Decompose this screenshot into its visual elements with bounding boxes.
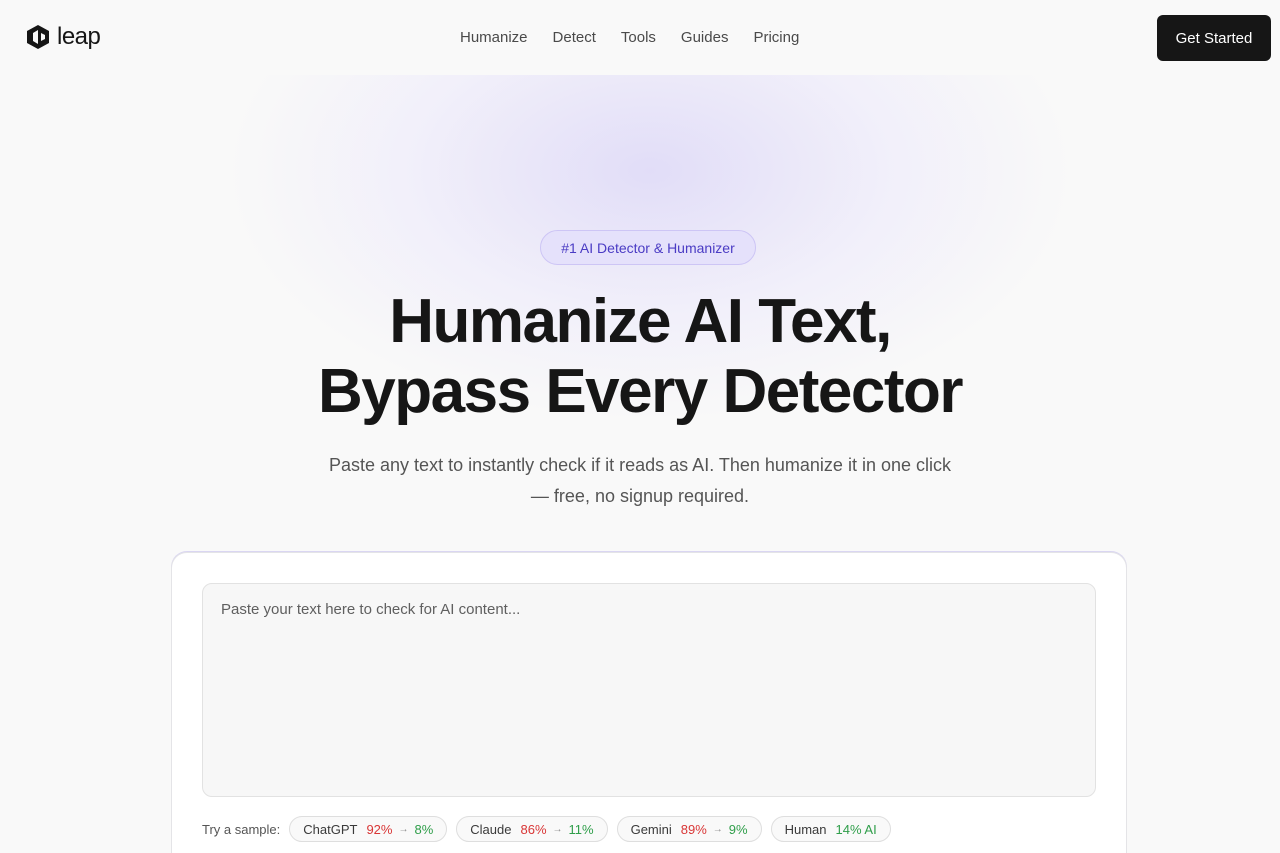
detector-card: Try a sample: ChatGPT 92% → 8% Claude 86… xyxy=(171,552,1127,853)
nav-link-detect[interactable]: Detect xyxy=(553,28,596,48)
sample-ai-score-before: 86% xyxy=(520,821,547,837)
arrow-right-icon: → xyxy=(712,823,723,835)
sample-chip-human[interactable]: Human 14% AI xyxy=(770,816,891,842)
sample-name: Claude xyxy=(470,821,512,837)
headline-line-1: Humanize AI Text, xyxy=(389,287,892,356)
hero-headline: Humanize AI Text, Bypass Every Detector xyxy=(0,287,1280,427)
main-nav: Humanize Detect Tools Guides Pricing xyxy=(460,28,799,48)
leap-hexagon-logo-icon xyxy=(27,25,49,49)
arrow-right-icon: → xyxy=(398,823,409,835)
sample-row: Try a sample: ChatGPT 92% → 8% Claude 86… xyxy=(202,815,900,843)
top-navbar: leap Humanize Detect Tools Guides Pricin… xyxy=(0,0,1280,75)
sample-ai-score-before: 89% xyxy=(680,821,707,837)
sample-ai-score-after: 9% xyxy=(728,821,748,837)
sample-name: Gemini xyxy=(630,821,672,837)
samples-label: Try a sample: xyxy=(202,821,281,837)
sample-name: Human xyxy=(784,821,827,837)
brand-name: leap xyxy=(57,23,101,50)
headline-line-2: Bypass Every Detector xyxy=(318,357,963,426)
sample-name: ChatGPT xyxy=(303,821,358,837)
nav-link-humanize[interactable]: Humanize xyxy=(460,28,528,48)
hero-badge: #1 AI Detector & Humanizer xyxy=(540,230,756,265)
nav-link-tools[interactable]: Tools xyxy=(621,28,656,48)
brand-logo-link[interactable]: leap xyxy=(25,23,101,50)
hero-subtitle: Paste any text to instantly check if it … xyxy=(329,455,951,506)
nav-link-guides[interactable]: Guides xyxy=(681,28,729,48)
sample-chip-gemini[interactable]: Gemini 89% → 9% xyxy=(616,816,762,842)
get-started-button[interactable]: Get Started xyxy=(1157,15,1271,61)
sample-chip-chatgpt[interactable]: ChatGPT 92% → 8% xyxy=(289,816,448,842)
arrow-right-icon: → xyxy=(552,823,563,835)
sample-chip-claude[interactable]: Claude 86% → 11% xyxy=(456,816,608,842)
sample-ai-score-after: 8% xyxy=(414,821,434,837)
nav-link-pricing[interactable]: Pricing xyxy=(753,28,799,48)
text-input-area[interactable] xyxy=(202,583,1096,797)
sample-ai-score: 14% AI xyxy=(835,821,877,837)
sample-ai-score-before: 92% xyxy=(366,821,393,837)
landing-page: leap Humanize Detect Tools Guides Pricin… xyxy=(0,0,1280,853)
sample-ai-score-after: 11% xyxy=(568,821,594,837)
